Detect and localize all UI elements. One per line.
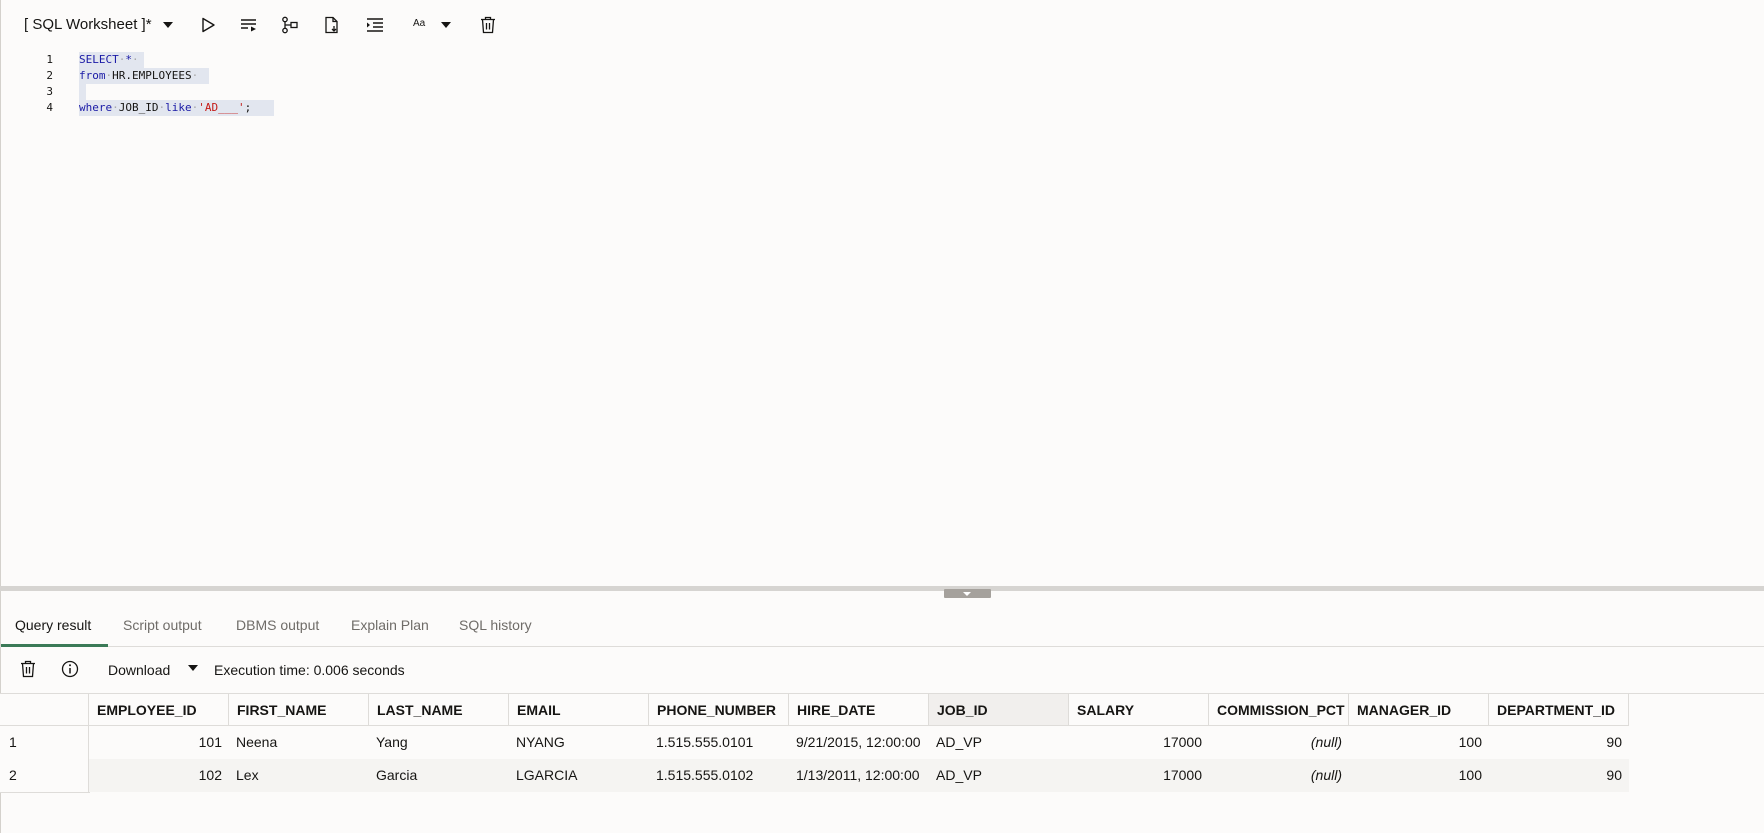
tab-explain-plan[interactable]: Explain Plan [351, 617, 429, 633]
result-tabs: Query result Script output DBMS output E… [0, 600, 1764, 647]
column-header[interactable]: EMAIL [509, 694, 649, 726]
format-button[interactable] [363, 13, 387, 37]
code-token: JOB_ID [118, 101, 159, 114]
code-token: 'AD___' [198, 101, 245, 114]
code-token: HR.EMPLOYEES [112, 69, 192, 82]
line-number: 4 [46, 101, 53, 114]
table-cell[interactable]: AD_VP [929, 726, 1069, 759]
column-header[interactable]: LAST_NAME [369, 694, 509, 726]
table-cell[interactable]: 90 [1489, 759, 1629, 792]
code-token: from [79, 69, 106, 82]
table-cell[interactable]: 100 [1349, 759, 1489, 792]
table-cell[interactable]: Yang [369, 726, 509, 759]
tab-script-output[interactable]: Script output [123, 617, 202, 633]
worksheet-title[interactable]: [ SQL Worksheet ]* [24, 16, 152, 33]
run-statement-button[interactable] [196, 13, 220, 37]
line-code: SELECT·*· [79, 52, 144, 68]
column-header[interactable]: PHONE_NUMBER [649, 694, 789, 726]
code-token: * [125, 53, 132, 66]
column-header[interactable]: FIRST_NAME [229, 694, 369, 726]
table-cell[interactable]: 9/21/2015, 12:00:00 [789, 726, 929, 759]
line-number: 3 [46, 85, 53, 98]
table-cell[interactable]: Lex [229, 759, 369, 792]
table-cell[interactable]: Garcia [369, 759, 509, 792]
tab-sql-history[interactable]: SQL history [459, 617, 532, 633]
font-size-icon[interactable]: Aa [413, 18, 425, 29]
table-cell[interactable]: NYANG [509, 726, 649, 759]
worksheet-dropdown-caret-icon[interactable] [163, 22, 173, 28]
line-number: 1 [46, 53, 53, 66]
table-cell[interactable]: 17000 [1069, 759, 1209, 792]
code-token: where [79, 101, 113, 114]
column-header[interactable]: SALARY [1069, 694, 1209, 726]
code-token: ; [244, 101, 252, 114]
table-cell[interactable]: 17000 [1069, 726, 1209, 759]
column-header[interactable]: DEPARTMENT_ID [1489, 694, 1629, 726]
download-button[interactable]: Download [108, 662, 170, 678]
column-header[interactable]: HIRE_DATE [789, 694, 929, 726]
table-cell[interactable]: 1/13/2011, 12:00:00 [789, 759, 929, 792]
explain-plan-button[interactable] [278, 13, 302, 37]
column-header[interactable]: JOB_ID [929, 694, 1069, 726]
column-header[interactable]: EMPLOYEE_ID [89, 694, 229, 726]
download-dropdown-caret-icon[interactable] [188, 665, 198, 671]
trash-icon [481, 16, 495, 34]
table-cell[interactable]: 1.515.555.0101 [649, 726, 789, 759]
indent-icon [367, 18, 383, 32]
table-cell[interactable]: Neena [229, 726, 369, 759]
code-token: like [165, 101, 192, 114]
grid-bottom-border [0, 792, 90, 793]
grid-corner-cell [0, 694, 89, 726]
table-cell[interactable]: 90 [1489, 726, 1629, 759]
whitespace-marker: · [132, 53, 139, 66]
line-code: from·HR.EMPLOYEES· [79, 68, 209, 84]
autotrace-button[interactable] [320, 13, 344, 37]
code-token: SELECT [79, 53, 119, 66]
run-script-button[interactable] [237, 13, 261, 37]
info-icon [61, 660, 79, 678]
table-cell[interactable]: (null) [1209, 759, 1349, 792]
info-button[interactable] [59, 658, 81, 680]
collapse-caret-icon [963, 592, 971, 596]
line-code: where·JOB_ID·like·'AD___'; [79, 100, 274, 116]
clear-results-button[interactable] [17, 658, 39, 680]
font-size-dropdown-caret-icon[interactable] [441, 22, 451, 28]
explain-plan-icon [282, 16, 298, 34]
run-script-icon [241, 19, 256, 32]
table-cell[interactable]: AD_VP [929, 759, 1069, 792]
table-cell[interactable]: 101 [89, 726, 229, 759]
line-number: 2 [46, 69, 53, 82]
whitespace-marker: · [191, 69, 199, 82]
column-header[interactable]: COMMISSION_PCT [1209, 694, 1349, 726]
results-toolbar: Download Execution time: 0.006 seconds [0, 647, 1764, 694]
column-header[interactable]: MANAGER_ID [1349, 694, 1489, 726]
whitespace-marker: · [112, 101, 119, 114]
tab-dbms-output[interactable]: DBMS output [236, 617, 319, 633]
table-cell[interactable]: 102 [89, 759, 229, 792]
execution-time: Execution time: 0.006 seconds [214, 662, 405, 678]
worksheet-toolbar: [ SQL Worksheet ]* Aa [0, 0, 1764, 50]
row-number[interactable]: 1 [0, 726, 89, 759]
row-number[interactable]: 2 [0, 759, 89, 792]
table-cell[interactable]: LGARCIA [509, 759, 649, 792]
table-cell[interactable]: 100 [1349, 726, 1489, 759]
play-icon [202, 17, 215, 33]
table-cell[interactable]: 1.515.555.0102 [649, 759, 789, 792]
line-code [79, 84, 86, 100]
clear-button[interactable] [476, 13, 500, 37]
sql-editor[interactable]: 1 SELECT·*· 2 from·HR.EMPLOYEES· 3 4 where·JO… [1, 50, 1764, 585]
trash-icon [21, 660, 35, 678]
table-row[interactable]: 1 101 Neena Yang NYANG 1.515.555.0101 9/21/201… [0, 726, 1629, 759]
table-cell[interactable]: (null) [1209, 726, 1349, 759]
autotrace-icon [325, 16, 338, 34]
table-row[interactable]: 2 102 Lex Garcia LGARCIA 1.515.555.0102 1/13/2… [0, 759, 1629, 792]
tab-query-result[interactable]: Query result [15, 617, 91, 633]
pane-splitter[interactable] [0, 586, 1764, 591]
